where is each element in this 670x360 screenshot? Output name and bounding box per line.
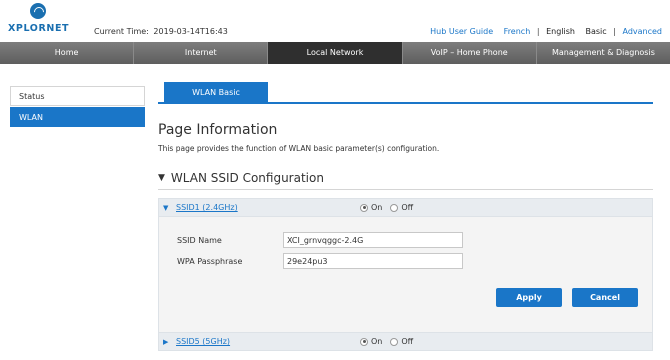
expand-triangle-icon[interactable]: ▼: [163, 204, 168, 212]
divider: [158, 189, 653, 190]
separator: |: [536, 27, 540, 36]
ssid5-toggle: On Off: [360, 337, 421, 346]
ssid5-off-radio[interactable]: [390, 337, 399, 346]
tab-home[interactable]: Home: [0, 42, 135, 64]
header: XPLORNET Current Time: 2019-03-14T16:43 …: [0, 0, 670, 42]
collapse-arrow-icon: ▼: [158, 173, 165, 183]
tab-internet[interactable]: Internet: [134, 42, 269, 64]
page-description: This page provides the function of WLAN …: [158, 144, 440, 153]
french-link[interactable]: French: [504, 27, 531, 36]
sidebar: Status WLAN: [10, 86, 145, 128]
logo-icon: [30, 3, 46, 19]
hub-user-guide-link[interactable]: Hub User Guide: [430, 27, 493, 36]
ssid5-link[interactable]: SSID5 (5GHz): [176, 337, 230, 346]
main-nav: Home Internet Local Network VoIP – Home …: [0, 42, 670, 64]
section-title-text: WLAN SSID Configuration: [170, 171, 324, 185]
advanced-link[interactable]: Advanced: [622, 27, 662, 36]
ssid1-on-radio[interactable]: [360, 203, 368, 212]
tab-local-network[interactable]: Local Network: [268, 42, 403, 64]
ssid1-link[interactable]: SSID1 (2.4GHz): [176, 203, 238, 212]
english-link[interactable]: English: [546, 27, 575, 36]
sidebar-item-status[interactable]: Status: [10, 86, 145, 106]
current-time-label: Current Time:: [94, 27, 149, 36]
ssid1-off-radio[interactable]: [390, 203, 399, 212]
ssid5-header-row: ▶ SSID5 (5GHz) On Off: [158, 332, 653, 351]
page-title: Page Information: [158, 122, 278, 138]
ssid-name-label: SSID Name: [177, 236, 222, 245]
ssid1-settings-panel: SSID Name WPA Passphrase Apply Cancel: [158, 217, 653, 332]
section-title[interactable]: ▼ WLAN SSID Configuration: [158, 171, 653, 185]
tab-voip-home-phone[interactable]: VoIP – Home Phone: [403, 42, 537, 64]
current-time: Current Time: 2019-03-14T16:43: [92, 27, 228, 36]
wpa-passphrase-input[interactable]: [283, 253, 463, 269]
ssid1-toggle: On Off: [360, 203, 421, 212]
current-time-value: 2019-03-14T16:43: [153, 27, 228, 36]
sidebar-item-wlan[interactable]: WLAN: [10, 107, 145, 127]
ssid5-off-label: Off: [401, 337, 414, 346]
xplornet-logo[interactable]: XPLORNET: [8, 3, 70, 37]
main-content: WLAN Basic Page Information This page pr…: [158, 82, 653, 351]
ssid5-on-label: On: [371, 337, 383, 346]
cancel-button[interactable]: Cancel: [572, 288, 638, 307]
sub-tabs: WLAN Basic: [158, 82, 653, 104]
logo-text: XPLORNET: [8, 23, 70, 34]
separator: |: [613, 27, 616, 36]
tab-wlan-basic[interactable]: WLAN Basic: [164, 82, 268, 104]
ssid1-header-row: ▼ SSID1 (2.4GHz) On Off: [158, 198, 653, 217]
apply-button[interactable]: Apply: [496, 288, 562, 307]
ssid1-off-label: Off: [401, 203, 414, 212]
tab-management-diagnosis[interactable]: Management & Diagnosis: [537, 42, 670, 64]
ssid-name-input[interactable]: [283, 232, 463, 248]
ssid5-on-radio[interactable]: [360, 337, 368, 346]
expand-triangle-icon[interactable]: ▶: [163, 338, 168, 346]
wpa-passphrase-label: WPA Passphrase: [177, 257, 243, 266]
basic-link[interactable]: Basic: [586, 27, 607, 36]
top-links: Hub User Guide French | English Basic | …: [430, 27, 662, 36]
ssid1-on-label: On: [371, 203, 383, 212]
